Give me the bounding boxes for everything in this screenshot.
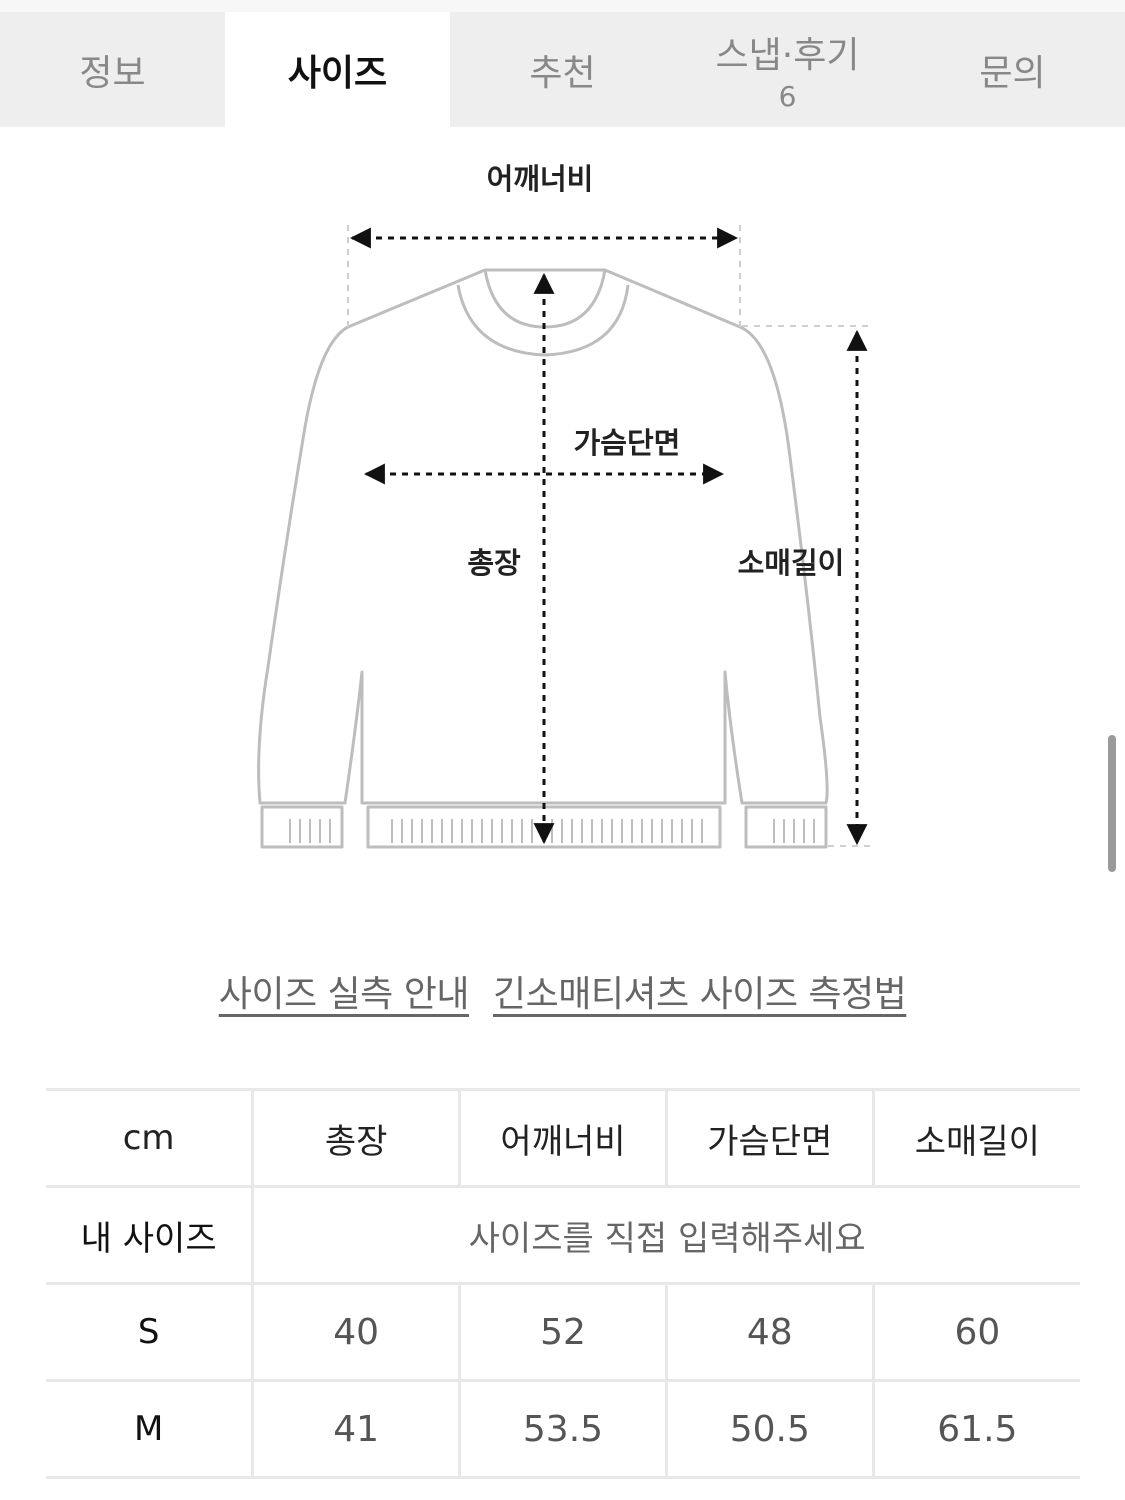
tab-info[interactable]: 정보 — [0, 12, 225, 127]
chest-label: 가슴단면 — [574, 426, 681, 460]
table-cell: 40 — [251, 1283, 460, 1382]
my-size-label: 내 사이즈 — [46, 1186, 253, 1285]
tab-bar: 정보 사이즈 추천 스냅·후기 6 문의 — [0, 12, 1125, 127]
size-guide-links: 사이즈 실측 안내 긴소매티셔츠 사이즈 측정법 — [0, 965, 1125, 1017]
tab-inquiry-label: 문의 — [979, 52, 1046, 94]
tab-info-label: 정보 — [79, 52, 146, 94]
sweatshirt-measurement-illustration: 어깨너비 가슴단면 총장 소매길이 — [257, 162, 874, 849]
scrollbar[interactable] — [1108, 735, 1116, 872]
size-label: M — [46, 1380, 253, 1479]
review-count: 6 — [778, 80, 797, 113]
tab-recommend[interactable]: 추천 — [450, 12, 675, 127]
column-header: 소매길이 — [871, 1088, 1080, 1188]
table-row: M 41 53.5 50.5 61.5 — [46, 1380, 1080, 1479]
shoulder-label: 어깨너비 — [487, 162, 594, 196]
column-header: 가슴단면 — [664, 1088, 874, 1188]
tab-snap-review-label: 스냅·후기 — [715, 35, 860, 76]
size-guide-link[interactable]: 사이즈 실측 안내 — [219, 965, 470, 1017]
measurement-arrows — [349, 227, 868, 846]
table-cell: 53.5 — [458, 1380, 667, 1479]
top-strip — [0, 0, 1125, 12]
size-table: cm 총장 어깨너비 가슴단면 소매길이 내 사이즈 사이즈를 직접 입력해주세… — [46, 1088, 1080, 1479]
table-cell: 60 — [871, 1283, 1080, 1382]
my-size-row: 내 사이즈 사이즈를 직접 입력해주세요 — [46, 1186, 1080, 1285]
table-cell: 41 — [251, 1380, 460, 1479]
tab-size[interactable]: 사이즈 — [225, 12, 450, 127]
unit-header: cm — [46, 1088, 253, 1188]
tab-inquiry[interactable]: 문의 — [900, 12, 1125, 127]
my-size-input[interactable]: 사이즈를 직접 입력해주세요 — [251, 1186, 1080, 1285]
size-label: S — [46, 1283, 253, 1382]
sleeve-label: 소매길이 — [738, 546, 845, 580]
table-row: S 40 52 48 60 — [46, 1283, 1080, 1382]
size-diagram: 어깨너비 가슴단면 총장 소매길이 — [0, 127, 1125, 907]
table-cell: 52 — [458, 1283, 667, 1382]
table-cell: 48 — [664, 1283, 874, 1382]
column-header: 어깨너비 — [458, 1088, 667, 1188]
length-label: 총장 — [467, 546, 521, 580]
tab-size-label: 사이즈 — [287, 52, 388, 94]
tab-recommend-label: 추천 — [529, 52, 596, 94]
column-header: 총장 — [251, 1088, 460, 1188]
guide-lines — [347, 225, 874, 847]
table-cell: 61.5 — [871, 1380, 1080, 1479]
table-header-row: cm 총장 어깨너비 가슴단면 소매길이 — [46, 1088, 1080, 1188]
tab-snap-review[interactable]: 스냅·후기 6 — [675, 12, 900, 127]
table-cell: 50.5 — [664, 1380, 874, 1479]
measure-method-link[interactable]: 긴소매티셔츠 사이즈 측정법 — [493, 965, 907, 1017]
